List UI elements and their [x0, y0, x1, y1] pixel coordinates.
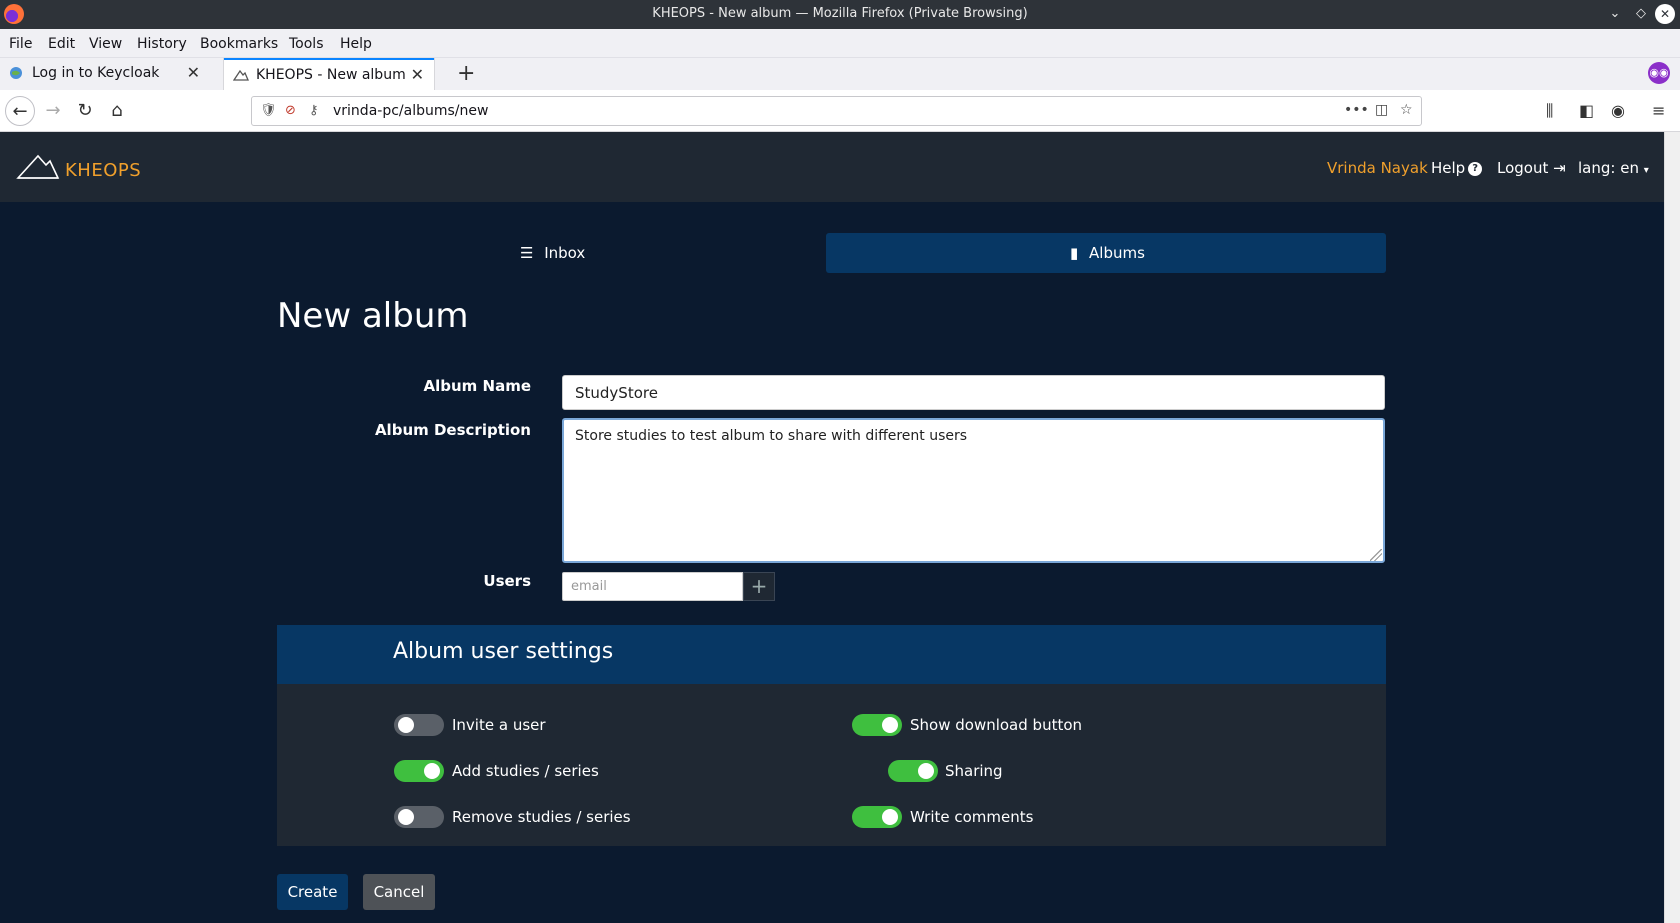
add-studies-toggle[interactable] — [394, 760, 444, 782]
tab-label: KHEOPS - New album — [256, 67, 406, 83]
album-name-input[interactable] — [562, 375, 1385, 410]
home-icon[interactable]: ⌂ — [102, 96, 132, 126]
close-window-icon[interactable]: ✕ — [1655, 4, 1675, 24]
page-actions-icon[interactable]: ••• — [1344, 102, 1369, 118]
back-arrow-icon[interactable]: ← — [5, 96, 35, 126]
create-button[interactable]: Create — [277, 874, 348, 910]
logout-label: Logout — [1497, 159, 1549, 177]
menu-bar: File Edit View History Bookmarks Tools H… — [0, 29, 1680, 58]
globe-icon — [9, 66, 23, 80]
site-header: KHEOPS Vrinda Nayak Help? Logout ⇥ lang:… — [0, 132, 1664, 202]
menu-history[interactable]: History — [137, 36, 187, 52]
inbox-label: Inbox — [544, 244, 586, 262]
library-icon[interactable]: ⫼ — [1546, 101, 1553, 121]
sharing-toggle[interactable] — [888, 760, 938, 782]
toggle-label: Write comments — [910, 808, 1034, 826]
brand-name[interactable]: KHEOPS — [65, 160, 141, 181]
user-name-link[interactable]: Vrinda Nayak — [1327, 159, 1428, 177]
toggle-label: Sharing — [945, 762, 1003, 780]
reload-icon[interactable]: ↻ — [70, 96, 100, 126]
album-description-label: Album Description — [374, 421, 531, 439]
list-icon: ☰ — [520, 244, 534, 262]
toggle-label: Remove studies / series — [452, 808, 631, 826]
toggle-knob — [882, 717, 898, 733]
toggle-knob — [882, 809, 898, 825]
tab-strip: Log in to Keycloak ✕ KHEOPS - New album … — [0, 58, 1680, 90]
settings-title: Album user settings — [393, 639, 614, 664]
menu-edit[interactable]: Edit — [48, 36, 75, 52]
toggle-knob — [398, 809, 414, 825]
page-title: New album — [277, 296, 469, 336]
insecure-lock-icon[interactable]: ⊘ — [285, 103, 296, 118]
caret-down-icon: ▾ — [1643, 165, 1649, 176]
settings-header: Album user settings — [277, 625, 1386, 684]
album-description-textarea[interactable]: Store studies to test album to share wit… — [562, 418, 1385, 563]
tab-kheops-new-album[interactable]: KHEOPS - New album ✕ — [224, 58, 434, 90]
close-tab-icon[interactable]: ✕ — [187, 63, 200, 82]
album-name-label: Album Name — [423, 377, 532, 395]
shield-icon[interactable]: 🛡 — [260, 103, 277, 118]
pocket-icon[interactable]: ◫ — [1375, 102, 1388, 118]
question-icon: ? — [1468, 161, 1483, 176]
maximize-icon[interactable]: ◇ — [1631, 4, 1651, 24]
help-label: Help — [1431, 159, 1466, 177]
hamburger-menu-icon[interactable]: ≡ — [1652, 101, 1665, 120]
toggle-label: Invite a user — [452, 716, 546, 734]
language-dropdown[interactable]: lang: en ▾ — [1578, 159, 1649, 177]
tab-albums[interactable]: ▮ Albums — [826, 233, 1386, 273]
private-browsing-icon: ◉◉ — [1648, 62, 1670, 84]
logout-icon: ⇥ — [1553, 159, 1566, 177]
book-icon: ▮ — [1070, 244, 1079, 262]
help-link[interactable]: Help? — [1431, 159, 1483, 177]
key-icon[interactable]: ⚷ — [309, 103, 319, 118]
toggle-knob — [398, 717, 414, 733]
window-title: KHEOPS - New album — Mozilla Firefox (Pr… — [652, 6, 1028, 21]
resize-handle-icon[interactable] — [1370, 549, 1382, 561]
show-download-toggle[interactable] — [852, 714, 902, 736]
logout-link[interactable]: Logout ⇥ — [1497, 159, 1566, 177]
close-tab-icon[interactable]: ✕ — [411, 65, 424, 84]
settings-panel: Invite a user Add studies / series Remov… — [277, 684, 1386, 846]
tab-inbox[interactable]: ☰ Inbox — [265, 233, 825, 273]
menu-bookmarks[interactable]: Bookmarks — [200, 36, 278, 52]
url-bar[interactable]: 🛡 ⊘ ⚷ vrinda-pc/albums/new ••• ◫ ☆ — [251, 96, 1422, 126]
language-label: lang: en — [1578, 159, 1639, 177]
menu-view[interactable]: View — [89, 36, 122, 52]
menu-help[interactable]: Help — [340, 36, 372, 52]
account-icon[interactable]: ◉ — [1611, 101, 1625, 120]
tab-keycloak[interactable]: Log in to Keycloak ✕ — [0, 58, 210, 90]
toggle-knob — [918, 763, 934, 779]
kheops-logo-icon[interactable] — [16, 152, 60, 186]
bookmark-star-icon[interactable]: ☆ — [1400, 102, 1413, 118]
window-titlebar: KHEOPS - New album — Mozilla Firefox (Pr… — [0, 0, 1680, 29]
add-user-button[interactable]: + — [743, 572, 775, 601]
url-text[interactable]: vrinda-pc/albums/new — [333, 103, 488, 119]
forward-arrow-icon[interactable]: → — [38, 96, 68, 126]
navigation-toolbar: ← → ↻ ⌂ 🛡 ⊘ ⚷ vrinda-pc/albums/new ••• ◫… — [0, 90, 1680, 132]
write-comments-toggle[interactable] — [852, 806, 902, 828]
users-email-input[interactable] — [562, 572, 743, 601]
invite-user-toggle[interactable] — [394, 714, 444, 736]
sidebar-icon[interactable]: ◧ — [1579, 101, 1594, 120]
toggle-knob — [424, 763, 440, 779]
minimize-icon[interactable]: ⌄ — [1605, 4, 1625, 24]
new-tab-icon[interactable]: + — [457, 61, 475, 86]
page-scrollbar[interactable] — [1664, 132, 1680, 923]
menu-file[interactable]: File — [9, 36, 32, 52]
albums-label: Albums — [1089, 244, 1145, 262]
cancel-button[interactable]: Cancel — [363, 874, 435, 910]
plus-icon: + — [750, 574, 768, 598]
main-content: ☰ Inbox ▮ Albums New album Album Name Al… — [0, 202, 1664, 923]
remove-studies-toggle[interactable] — [394, 806, 444, 828]
tab-label: Log in to Keycloak — [32, 65, 160, 81]
kheops-tab-icon — [232, 68, 249, 82]
toggle-label: Show download button — [910, 716, 1083, 734]
users-label: Users — [483, 572, 531, 590]
menu-tools[interactable]: Tools — [289, 36, 324, 52]
toggle-label: Add studies / series — [452, 762, 599, 780]
